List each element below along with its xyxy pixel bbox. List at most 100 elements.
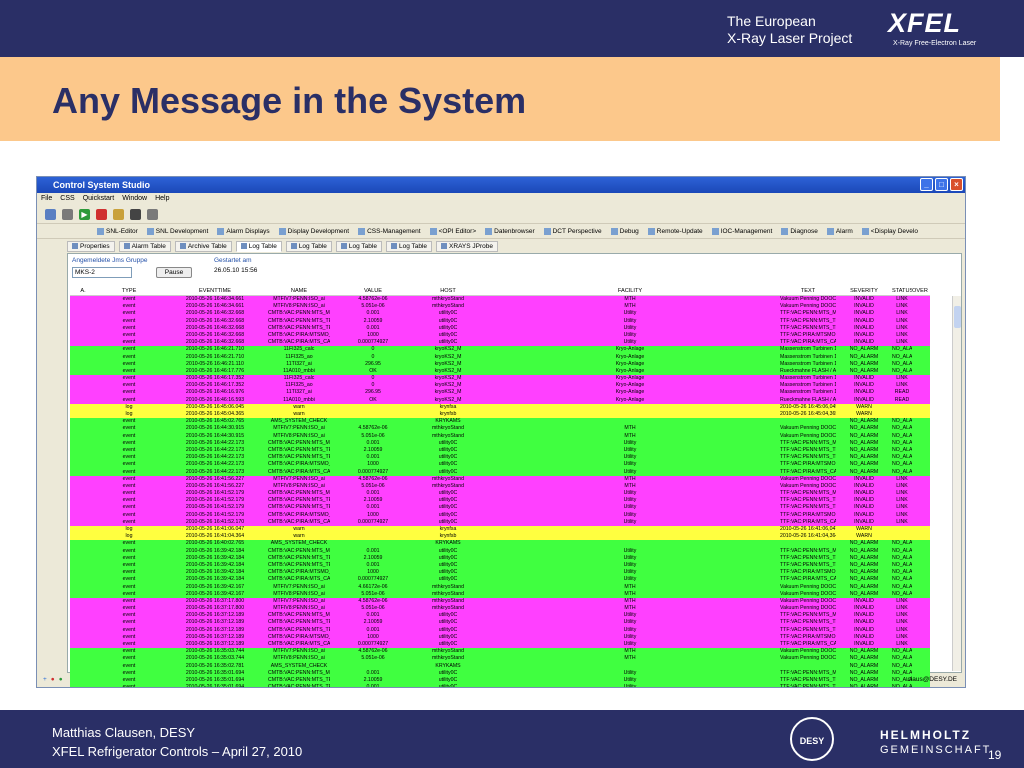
menu-css[interactable]: CSS [60, 193, 74, 205]
table-row[interactable]: event 2010-05-26 16:46:16.593 11A010_mbbi O… [70, 396, 930, 404]
menu-file[interactable]: File [41, 193, 52, 205]
table-row[interactable]: event 2010-05-26 16:46:21.110 11TI327_ai 29… [70, 360, 930, 368]
perspective-datenbrowser[interactable]: Datenbrowser [485, 227, 535, 235]
table-row[interactable]: event 2010-05-26 16:46:21.710 11FI325_calc… [70, 346, 930, 354]
table-row[interactable]: event 2010-05-26 16:46:17.352 11FI325_ao 0 k… [70, 382, 930, 390]
table-row[interactable]: event 2010-05-26 16:39:42.167 MTFIV8:PENN:… [70, 590, 930, 598]
save-alt-icon[interactable] [147, 208, 158, 220]
minimize-button[interactable]: _ [920, 178, 933, 191]
table-row[interactable]: event 2010-05-26 16:46:34.661 MTFIV7:PENN:… [70, 296, 930, 304]
menu-help[interactable]: Help [155, 193, 169, 205]
table-row[interactable]: event 2010-05-26 16:37:12.189 CMTB:VAC:PIR… [70, 633, 930, 641]
menu-quickstart[interactable]: Quickstart [83, 193, 115, 205]
table-row[interactable]: event 2010-05-26 16:35:03.744 MTFIV8:PENN:… [70, 655, 930, 663]
perspective-diagnose[interactable]: Diagnose [781, 227, 818, 235]
perspective-remote-update[interactable]: Remote-Update [647, 227, 703, 235]
table-row[interactable]: event 2010-05-26 16:39:42.184 CMTB:VAC:PIR… [70, 569, 930, 577]
table-row[interactable]: event 2010-05-26 16:35:02.781 AMS_SYSTEM_C… [70, 662, 930, 670]
table-row[interactable]: event 2010-05-26 16:37:12.189 CMTB:VAC:PEN… [70, 612, 930, 620]
perspective-display-develo[interactable]: <Display Develo [861, 227, 918, 235]
scrollbar-thumb[interactable] [954, 306, 961, 328]
table-row[interactable]: event 2010-05-26 16:41:52.179 CMTB:VAC:PIR… [70, 511, 930, 519]
table-row[interactable]: event 2010-05-26 16:39:42.184 CMTB:VAC:PEN… [70, 561, 930, 570]
table-row[interactable]: log 2010-05-26 16:41:06.047 warn krynfsa 201… [70, 526, 930, 534]
table-row[interactable]: event 2010-05-26 16:46:17.352 11FI325_calc… [70, 375, 930, 383]
tab-log-table[interactable]: Log Table [385, 240, 433, 252]
perspective-alarm[interactable]: Alarm [826, 227, 853, 235]
table-row[interactable]: event 2010-05-26 16:44:30.915 MTFIV7:PENN:… [70, 425, 930, 433]
table-row[interactable]: event 2010-05-26 16:44:30.915 MTFIV8:PENN:… [70, 432, 930, 440]
table-row[interactable]: event 2010-05-26 16:37:12.189 CMTB:VAC:PIR… [70, 641, 930, 649]
table-row[interactable]: event 2010-05-26 16:41:52.179 CMTB:VAC:PEN… [70, 497, 930, 505]
table-row[interactable]: event 2010-05-26 16:41:56.227 MTFIV7:PENN:… [70, 475, 930, 483]
maximize-button[interactable]: □ [935, 178, 948, 191]
group-select[interactable]: MKS-2 [72, 267, 132, 278]
table-row[interactable]: event 2010-05-26 16:44:22.173 CMTB:VAC:PEN… [70, 454, 930, 462]
column-header[interactable]: SEVERITY [836, 286, 892, 295]
perspective-display-development[interactable]: Display Development [278, 227, 349, 235]
table-row[interactable]: event 2010-05-26 16:37:12.189 CMTB:VAC:PEN… [70, 626, 930, 634]
table-row[interactable]: event 2010-05-26 16:35:03.744 MTFIV7:PENN:… [70, 648, 930, 656]
table-row[interactable]: event 2010-05-26 16:41:52.179 CMTB:VAC:PEN… [70, 490, 930, 498]
pause-button[interactable]: Pause [156, 267, 192, 278]
column-header[interactable]: TEXT [780, 286, 836, 295]
column-header[interactable]: STATUS [892, 286, 912, 295]
perspective-debug[interactable]: Debug [610, 227, 639, 235]
run-icon[interactable]: ▶ [79, 208, 90, 220]
column-header[interactable]: VALUE [330, 286, 416, 295]
table-row[interactable]: event 2010-05-26 16:46:16.976 11TI327_ai 29… [70, 389, 930, 397]
status-alarm-icon[interactable]: ● [51, 673, 55, 687]
table-row[interactable]: event 2010-05-26 16:41:56.227 MTFIV8:PENN:… [70, 482, 930, 491]
vertical-scrollbar[interactable] [952, 296, 961, 671]
table-row[interactable]: event 2010-05-26 16:39:42.184 CMTB:VAC:PEN… [70, 554, 930, 562]
column-header[interactable]: HOST [416, 286, 480, 295]
tab-archive-table[interactable]: Archive Table [174, 240, 232, 252]
column-header[interactable]: NAME [268, 286, 330, 295]
table-row[interactable]: event 2010-05-26 16:39:42.184 CMTB:VAC:PEN… [70, 547, 930, 555]
close-button[interactable]: × [950, 178, 963, 191]
table-row[interactable]: event 2010-05-26 16:46:34.661 MTFIV8:PENN:… [70, 303, 930, 311]
column-header[interactable]: A. [70, 286, 96, 295]
table-row[interactable]: event 2010-05-26 16:44:22.173 CMTB:VAC:PEN… [70, 446, 930, 455]
column-header[interactable]: TYPE [96, 286, 162, 295]
table-row[interactable]: event 2010-05-26 16:37:12.189 CMTB:VAC:PEN… [70, 619, 930, 627]
perspective-snl-development[interactable]: SNL Development [146, 227, 208, 235]
table-row[interactable]: event 2010-05-26 16:44:22.173 CMTB:VAC:PIR… [70, 461, 930, 469]
perspective-dct[interactable]: DCT Perspective [543, 227, 602, 235]
perspective-css-management[interactable]: CSS-Management [358, 227, 421, 235]
table-row[interactable]: event 2010-05-26 16:45:02.765 AMS_SYSTEM_C… [70, 418, 930, 426]
table-row[interactable]: log 2010-05-26 16:41:04.364 warn krynfsb 201… [70, 533, 930, 541]
tab-log-table-active[interactable]: Log Table [235, 240, 282, 252]
table-row[interactable]: log 2010-05-26 16:45:06.045 warn krynfsa 201… [70, 403, 930, 411]
save-icon[interactable] [62, 208, 73, 220]
table-row[interactable]: log 2010-05-26 16:45:04.365 warn krynfsb 201… [70, 411, 930, 419]
table-row[interactable]: event 2010-05-26 16:40:02.765 AMS_SYSTEM_C… [70, 540, 930, 548]
status-plus-icon[interactable]: + [43, 673, 47, 687]
table-row[interactable]: event 2010-05-26 16:46:21.710 11FI325_ao 0 k… [70, 353, 930, 361]
table-row[interactable]: event 2010-05-26 16:46:17.776 11A010_mbbi O… [70, 367, 930, 376]
table-row[interactable]: event 2010-05-26 16:39:42.167 MTFIV7:PENN:… [70, 583, 930, 591]
tab-xrays-jprobe[interactable]: XRAYS JProbe [436, 240, 499, 252]
table-row[interactable]: event 2010-05-26 16:37:17.800 MTFIV8:PENN:… [70, 605, 930, 613]
table-row[interactable]: event 2010-05-26 16:41:52.179 CMTB:VAC:PEN… [70, 504, 930, 512]
new-icon[interactable] [45, 208, 56, 220]
menu-window[interactable]: Window [122, 193, 147, 205]
table-row[interactable]: event 2010-05-26 16:41:52.170 CMTB:VAC:PIR… [70, 518, 930, 526]
folder-icon[interactable] [113, 208, 124, 220]
table-row[interactable]: event 2010-05-26 16:39:42.184 CMTB:VAC:PIR… [70, 576, 930, 584]
table-row[interactable]: event 2010-05-26 16:46:32.668 CMTB:VAC:PIR… [70, 339, 930, 347]
perspective-alarm-displays[interactable]: Alarm Displays [217, 227, 270, 235]
camera-icon[interactable] [130, 208, 141, 220]
table-row[interactable]: event 2010-05-26 16:44:22.173 CMTB:VAC:PEN… [70, 439, 930, 447]
tab-properties[interactable]: Properties [67, 240, 115, 252]
status-ok-icon[interactable]: ● [59, 673, 63, 687]
column-header[interactable]: FACILITY [480, 286, 780, 295]
table-row[interactable]: event 2010-05-26 16:46:32.668 CMTB:VAC:PEN… [70, 317, 930, 325]
column-header[interactable]: OVER [912, 286, 928, 295]
tab-log-table[interactable]: Log Table [285, 240, 332, 252]
table-row[interactable]: event 2010-05-26 16:46:32.668 CMTB:VAC:PEN… [70, 310, 930, 318]
tab-alarm-table[interactable]: Alarm Table [118, 240, 171, 252]
perspective-ioc-management[interactable]: IOC-Management [711, 227, 772, 235]
table-row[interactable]: event 2010-05-26 16:46:32.668 CMTB:VAC:PIR… [70, 331, 930, 340]
column-header[interactable]: EVENTTIME [162, 286, 268, 295]
